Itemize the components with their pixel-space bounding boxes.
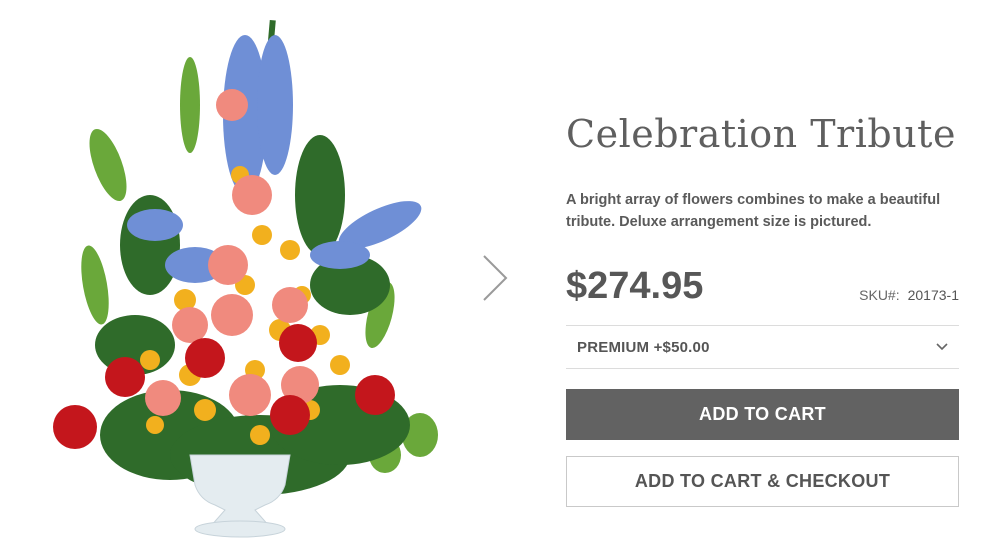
selected-option-label: PREMIUM +$50.00	[577, 339, 710, 356]
product-image	[40, 15, 485, 545]
product-sku: SKU#: 20173-1	[859, 287, 959, 303]
product-description: A bright array of flowers combines to ma…	[566, 192, 941, 230]
flower-arrangement-illustration	[53, 19, 438, 538]
add-to-cart-button[interactable]: ADD TO CART	[566, 389, 959, 440]
chevron-right-icon	[483, 255, 508, 301]
sku-value: 20173-1	[907, 287, 959, 303]
add-to-cart-checkout-button[interactable]: ADD TO CART & CHECKOUT	[566, 456, 959, 507]
size-option-select[interactable]: PREMIUM +$50.00	[566, 325, 959, 369]
next-image-arrow[interactable]	[478, 252, 510, 304]
chevron-down-icon	[936, 343, 948, 351]
product-title: Celebration Tribute	[566, 112, 956, 156]
sku-label: SKU#:	[859, 287, 900, 303]
product-price: $274.95	[566, 265, 704, 307]
